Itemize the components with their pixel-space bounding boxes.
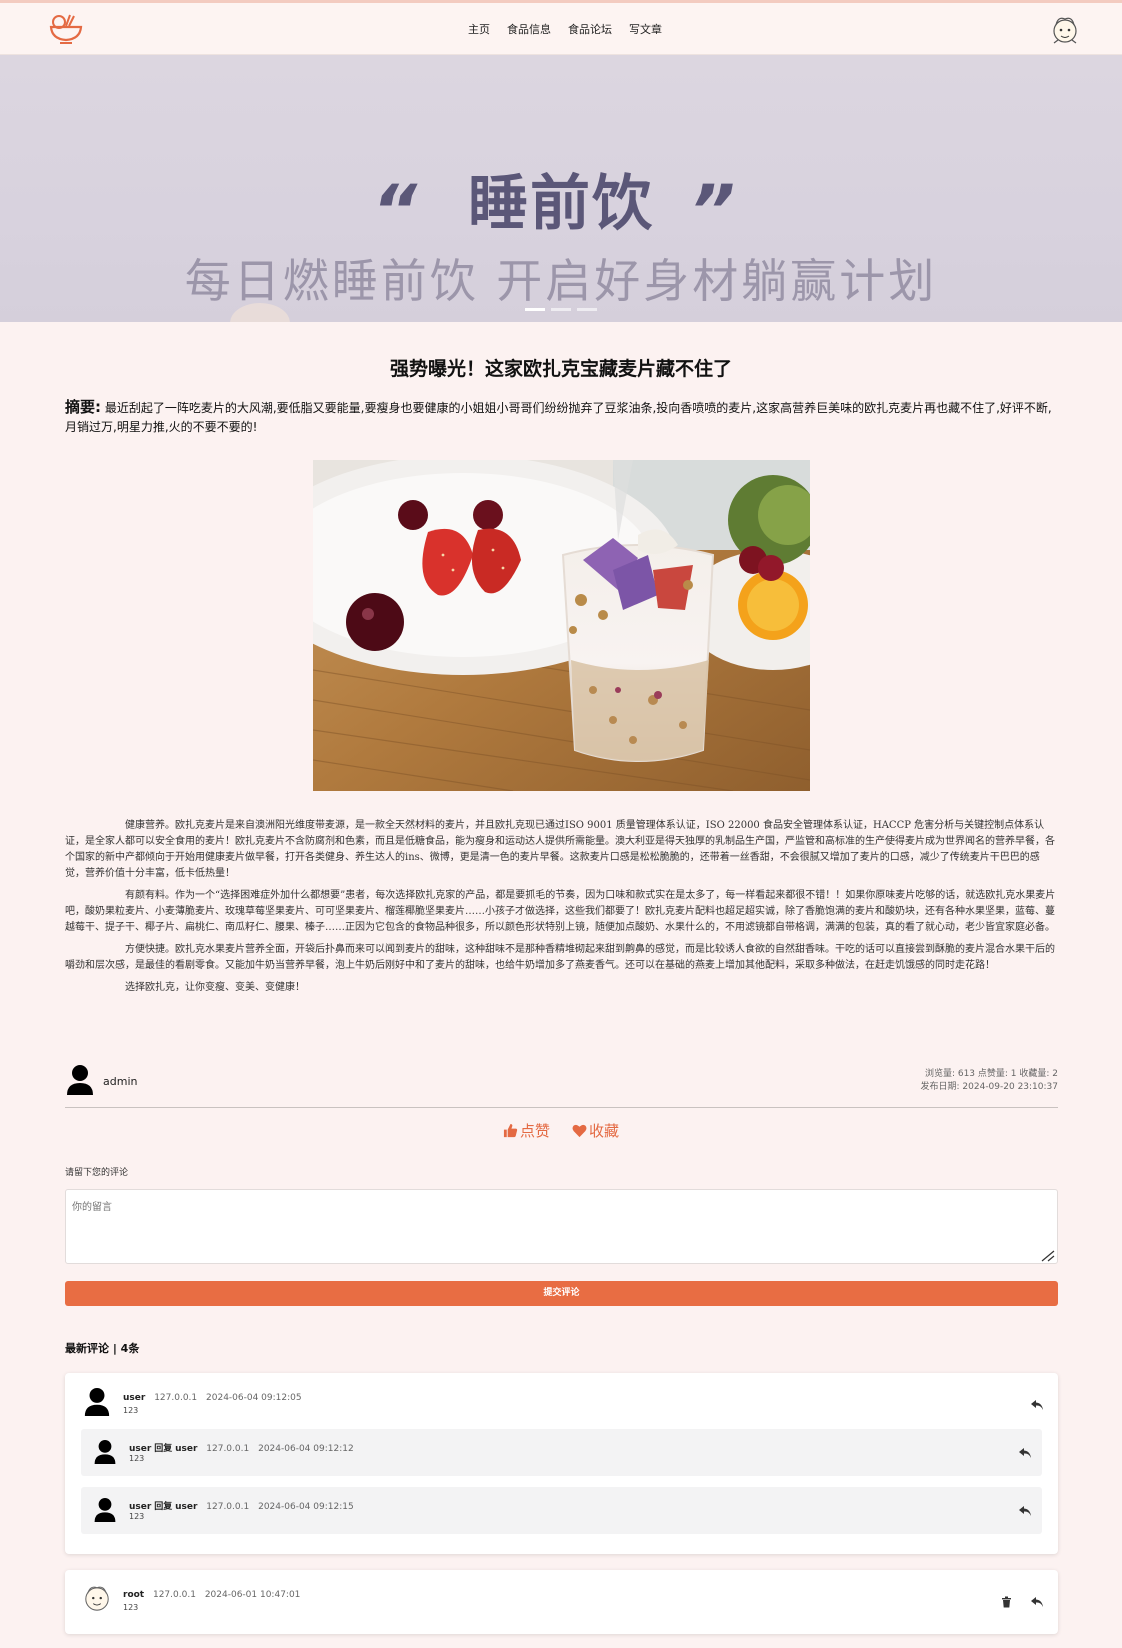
banner-title: 睡前饮: [468, 169, 654, 239]
comment-header: root 127.0.0.1 2024-06-01 10:47:01: [123, 1590, 300, 1600]
banner-dot-3[interactable]: [577, 308, 597, 311]
reply-user[interactable]: user: [129, 1444, 151, 1454]
author-avatar-icon[interactable]: [65, 1064, 95, 1096]
nav-food-info[interactable]: 食品信息: [507, 21, 551, 37]
commenter-avatar-icon[interactable]: [83, 1387, 111, 1417]
commenter-avatar-icon[interactable]: [83, 1584, 111, 1614]
comment-text: 123: [123, 1603, 139, 1612]
resize-handle-icon[interactable]: [1041, 1250, 1055, 1262]
reply-word: 回复: [154, 1444, 173, 1454]
comment-card: root 127.0.0.1 2024-06-01 10:47:01 123: [65, 1570, 1058, 1634]
article-paragraph: 健康营养。欧扎克麦片是来自澳洲阳光维度带麦源，是一款全天然材料的麦片，并且欧扎克…: [65, 820, 1055, 879]
article-title: 强势曝光！这家欧扎克宝藏麦片藏不住了: [389, 358, 732, 380]
trash-icon[interactable]: [1001, 1596, 1012, 1608]
reply-word: 回复: [154, 1502, 173, 1512]
comment-item: user 127.0.0.1 2024-06-04 09:12:05 123: [65, 1373, 1058, 1425]
banner-dot-1[interactable]: [525, 308, 545, 311]
reply-header: user 回复 user 127.0.0.1 2024-06-04 09:12:…: [129, 1499, 354, 1512]
nav-write-article[interactable]: 写文章: [629, 21, 662, 37]
comment-form-label: 请留下您的评论: [65, 1168, 129, 1178]
article-actions: 点赞 收藏: [0, 1120, 1122, 1141]
article-paragraph: 选择欧扎克，让你变瘦、变美、变健康！: [125, 982, 305, 993]
article-photo: [313, 460, 810, 791]
reply-item: user 回复 user 127.0.0.1 2024-06-04 09:12:…: [81, 1487, 1042, 1534]
comment-ip: 127.0.0.1: [154, 1393, 198, 1403]
commenter-avatar-icon[interactable]: [93, 1497, 117, 1523]
reply-user[interactable]: user: [129, 1502, 151, 1512]
heart-icon: [572, 1124, 587, 1138]
reply-target[interactable]: user: [175, 1502, 197, 1512]
banner-dot-2[interactable]: [551, 308, 571, 311]
comment-user[interactable]: root: [123, 1590, 144, 1600]
reply-time: 2024-06-04 09:12:12: [258, 1444, 354, 1454]
reply-arrow-icon[interactable]: [1018, 1447, 1032, 1459]
nav-food-forum[interactable]: 食品论坛: [568, 21, 612, 37]
reply-arrow-icon[interactable]: [1030, 1399, 1044, 1411]
summary-text: 最近刮起了一阵吃麦片的大风潮,要低脂又要能量,要瘦身也要健康的小姐姐小哥哥们纷纷…: [65, 401, 1052, 434]
thumbs-up-icon: [503, 1123, 518, 1138]
like-label: 点赞: [519, 1122, 550, 1140]
comment-input[interactable]: [65, 1189, 1058, 1264]
noodle-bowl-icon[interactable]: [48, 13, 84, 45]
reply-arrow-icon[interactable]: [1030, 1596, 1044, 1608]
article-stats: 浏览量: 613 点赞量: 1 收藏量: 2 发布日期: 2024-09-20 …: [921, 1068, 1058, 1094]
favorite-button[interactable]: 收藏: [572, 1120, 619, 1141]
reply-item: user 回复 user 127.0.0.1 2024-06-04 09:12:…: [81, 1429, 1042, 1476]
comment-ip: 127.0.0.1: [152, 1590, 196, 1600]
reply-time: 2024-06-04 09:12:15: [258, 1502, 354, 1512]
reply-arrow-icon[interactable]: [1018, 1505, 1032, 1517]
comment-time: 2024-06-01 10:47:01: [204, 1590, 301, 1600]
author-name[interactable]: admin: [103, 1075, 137, 1088]
banner-pagination: [525, 308, 597, 311]
reply-ip: 127.0.0.1: [206, 1444, 250, 1454]
banner-subtitle: 每日燃睡前饮 开启好身材躺赢计划: [184, 254, 938, 308]
banner-quote-right: ”: [690, 170, 736, 252]
publish-date: 发布日期: 2024-09-20 23:10:37: [920, 1082, 1058, 1092]
user-avatar[interactable]: [1048, 13, 1082, 47]
reply-target[interactable]: user: [175, 1444, 197, 1454]
nav-home[interactable]: 主页: [468, 21, 490, 37]
author-row: admin 浏览量: 613 点赞量: 1 收藏量: 2 发布日期: 2024-…: [65, 1062, 1058, 1108]
like-button[interactable]: 点赞: [503, 1120, 550, 1141]
comment-text: 123: [123, 1406, 139, 1415]
comment-user[interactable]: user: [123, 1393, 145, 1403]
reply-text: 123: [129, 1454, 145, 1463]
stats-counts: 浏览量: 613 点赞量: 1 收藏量: 2: [924, 1069, 1058, 1079]
comment-time: 2024-06-04 09:12:05: [206, 1393, 302, 1403]
top-nav: 主页 食品信息 食品论坛 写文章: [0, 3, 1122, 55]
nav-links: 主页 食品信息 食品论坛 写文章: [468, 21, 662, 37]
comment-item: root 127.0.0.1 2024-06-01 10:47:01 123: [65, 1570, 1058, 1634]
commenter-avatar-icon[interactable]: [93, 1439, 117, 1465]
summary-label: 摘要:: [65, 398, 101, 416]
article-body: 健康营养。欧扎克麦片是来自澳洲阳光维度带麦源，是一款全天然材料的麦片，并且欧扎克…: [65, 818, 1058, 1002]
reply-ip: 127.0.0.1: [206, 1502, 250, 1512]
reply-text: 123: [129, 1512, 145, 1521]
comments-heading: 最新评论 | 4条: [65, 1342, 140, 1355]
submit-comment-button[interactable]: 提交评论: [65, 1281, 1058, 1306]
comment-header: user 127.0.0.1 2024-06-04 09:12:05: [123, 1393, 302, 1403]
article-paragraph: 有颜有料。作为一个“选择困难症外加什么都想要”患者，每次选择欧扎克家的产品，都是…: [65, 890, 1056, 933]
favorite-label: 收藏: [589, 1122, 620, 1140]
comment-card: user 127.0.0.1 2024-06-04 09:12:05 123 u…: [65, 1373, 1058, 1554]
hero-banner[interactable]: “ 睡前饮 ” 每日燃睡前饮 开启好身材躺赢计划: [0, 55, 1122, 322]
article-summary: 摘要: 最近刮起了一阵吃麦片的大风潮,要低脂又要能量,要瘦身也要健康的小姐姐小哥…: [65, 398, 1058, 437]
reply-header: user 回复 user 127.0.0.1 2024-06-04 09:12:…: [129, 1441, 354, 1454]
article-paragraph: 方便快捷。欧扎克水果麦片营养全面，开袋后扑鼻而来可以闻到麦片的甜味，这种甜味不是…: [65, 944, 1055, 971]
